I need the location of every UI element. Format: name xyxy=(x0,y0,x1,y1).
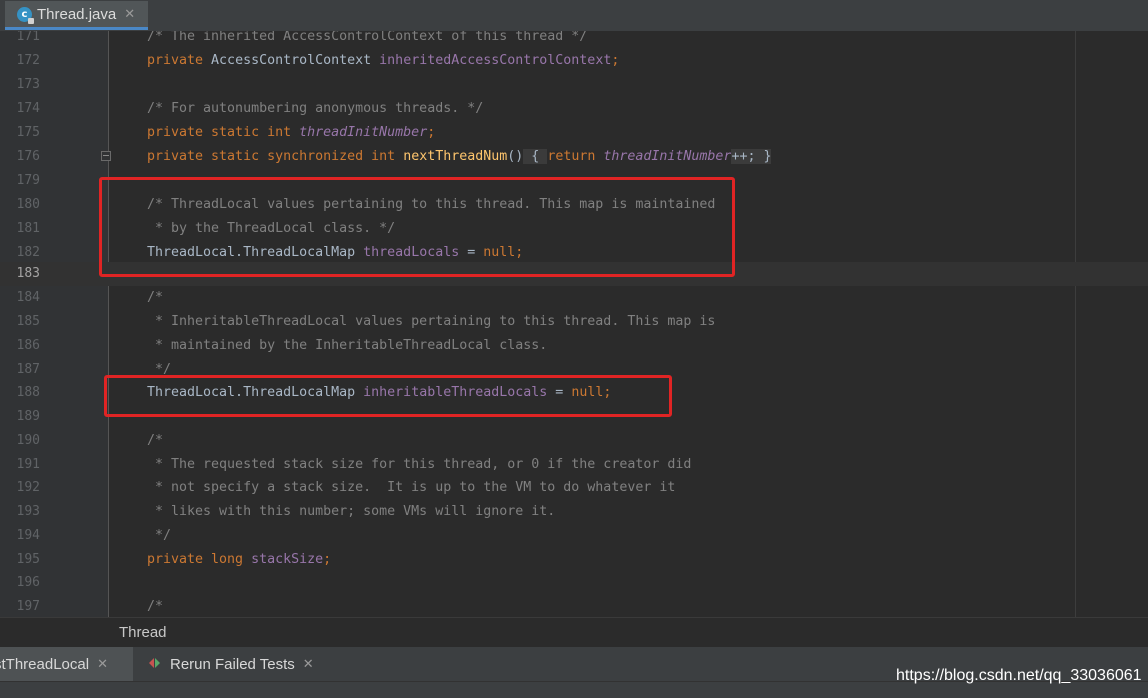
java-class-icon: c xyxy=(17,6,34,24)
close-icon[interactable]: ✕ xyxy=(97,656,108,672)
comment: * InheritableThreadLocal values pertaini… xyxy=(147,314,716,329)
line-number: 192 xyxy=(16,480,40,495)
tab-thread-java[interactable]: c Thread.java ✕ xyxy=(5,1,148,30)
highlight-box-inheritable xyxy=(104,375,672,417)
comment: /* xyxy=(147,433,164,448)
line-number: 194 xyxy=(16,528,40,543)
comment: /* The inherited AccessControlContext of… xyxy=(147,31,588,44)
code-line: 190 /* xyxy=(0,429,1148,453)
line-number: 176 xyxy=(16,149,40,164)
static-field-name: threadInitNumber xyxy=(603,149,732,164)
breadcrumb-item[interactable]: Thread xyxy=(119,624,167,641)
field-name: stackSize xyxy=(251,552,324,567)
comment: * likes with this number; some VMs will … xyxy=(147,504,556,519)
tab-label: Rerun Failed Tests xyxy=(170,655,295,673)
comment: * maintained by the InheritableThreadLoc… xyxy=(147,338,548,353)
type-name: AccessControlContext xyxy=(211,53,380,68)
editor-tab-bar: c Thread.java ✕ xyxy=(0,0,1148,32)
comment: */ xyxy=(147,528,172,543)
line-number: 186 xyxy=(16,338,40,353)
line-number: 184 xyxy=(16,290,40,305)
folded-brace[interactable]: { xyxy=(523,149,548,164)
code-line: 186 * maintained by the InheritableThrea… xyxy=(0,334,1148,358)
line-number: 193 xyxy=(16,504,40,519)
code-editor[interactable]: 171 /* The inherited AccessControlContex… xyxy=(0,31,1148,617)
code-line: 196 xyxy=(0,571,1148,595)
line-number: 189 xyxy=(16,409,40,424)
highlight-box-threadlocals xyxy=(99,177,735,277)
line-number: 190 xyxy=(16,433,40,448)
code-line: 191 * The requested stack size for this … xyxy=(0,453,1148,477)
semicolon: ; xyxy=(427,125,436,140)
tab-label: stThreadLocal xyxy=(0,655,90,673)
field-name: inheritedAccessControlContext xyxy=(379,53,612,68)
code-line: 171 /* The inherited AccessControlContex… xyxy=(0,31,1148,49)
rerun-icon xyxy=(149,658,161,670)
line-number: 197 xyxy=(16,599,40,614)
method-name: nextThreadNum xyxy=(403,149,508,164)
line-number: 175 xyxy=(16,125,40,140)
code-line: 193 * likes with this number; some VMs w… xyxy=(0,500,1148,524)
code-line: 194 */ xyxy=(0,524,1148,548)
code-line: 184 /* xyxy=(0,286,1148,310)
code-line: 172 private AccessControlContext inherit… xyxy=(0,49,1148,73)
code-line: 197 /* xyxy=(0,595,1148,617)
static-field-name: threadInitNumber xyxy=(299,125,428,140)
code-line: 173 xyxy=(0,73,1148,97)
comment: * not specify a stack size. It is up to … xyxy=(147,480,676,495)
tab-test-threadlocal[interactable]: stThreadLocal ✕ xyxy=(0,647,133,681)
comment: /* xyxy=(147,290,164,305)
comment: /* xyxy=(147,599,164,614)
breadcrumb: Thread xyxy=(0,617,1148,648)
code-line: 175 private static int threadInitNumber; xyxy=(0,121,1148,145)
line-number: 172 xyxy=(16,53,40,68)
line-number: 185 xyxy=(16,314,40,329)
parentheses: () xyxy=(507,149,524,164)
line-number: 171 xyxy=(16,31,40,44)
line-number: 191 xyxy=(16,457,40,472)
close-icon[interactable]: ✕ xyxy=(303,656,314,672)
line-number: 174 xyxy=(16,101,40,116)
close-icon[interactable]: ✕ xyxy=(124,7,135,22)
tab-rerun-failed-tests[interactable]: Rerun Failed Tests ✕ xyxy=(133,647,333,681)
comment: /* For autonumbering anonymous threads. … xyxy=(147,101,484,116)
semicolon: ; xyxy=(611,53,620,68)
keyword: private static int xyxy=(147,125,300,140)
line-number: 173 xyxy=(16,77,40,92)
comment: * The requested stack size for this thre… xyxy=(147,457,692,472)
line-number: 179 xyxy=(16,173,40,188)
line-number: 183 xyxy=(16,266,40,281)
folded-brace[interactable]: ++; } xyxy=(731,149,772,164)
line-number: 180 xyxy=(16,197,40,212)
line-number: 188 xyxy=(16,385,40,400)
fold-toggle-icon[interactable] xyxy=(101,151,111,161)
code-line: 176 private static synchronized int next… xyxy=(0,145,1148,169)
code-line: 185 * InheritableThreadLocal values pert… xyxy=(0,310,1148,334)
code-line: 192 * not specify a stack size. It is up… xyxy=(0,476,1148,500)
keyword: return xyxy=(547,149,604,164)
line-number: 195 xyxy=(16,552,40,567)
keyword: private long xyxy=(147,552,252,567)
code-line: 174 /* For autonumbering anonymous threa… xyxy=(0,97,1148,121)
keyword: private static synchronized int xyxy=(147,149,404,164)
line-number: 181 xyxy=(16,221,40,236)
watermark: https://blog.csdn.net/qq_33036061 xyxy=(896,667,1142,684)
keyword: private xyxy=(147,53,212,68)
line-number: 187 xyxy=(16,362,40,377)
line-number: 196 xyxy=(16,575,40,590)
code-line: 195 private long stackSize; xyxy=(0,548,1148,572)
semicolon: ; xyxy=(323,552,332,567)
tab-title: Thread.java xyxy=(37,5,117,23)
